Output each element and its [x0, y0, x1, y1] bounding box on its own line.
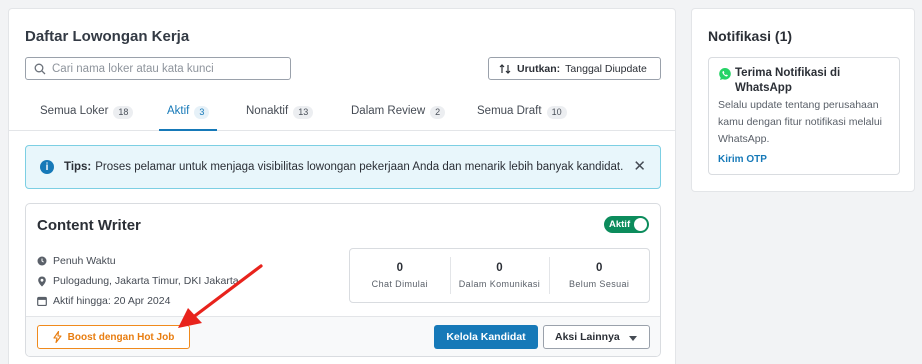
send-otp-link[interactable]: Kirim OTP: [718, 154, 890, 165]
toggle-knob: [634, 218, 647, 231]
status-tabs: Semua Loker 18 Aktif 3 Nonaktif 13 Dalam…: [9, 101, 675, 131]
stat-label: Dalam Komunikasi: [458, 279, 541, 289]
tab-label: Semua Draft: [477, 105, 542, 117]
sort-button[interactable]: Urutkan: Tanggal Diupdate: [488, 57, 661, 80]
tab-label: Nonaktif: [246, 105, 289, 117]
job-title[interactable]: Content Writer: [37, 217, 141, 234]
notification-body: Selalu update tentang perusahaan kamu de…: [718, 99, 883, 145]
tab-aktif[interactable]: Aktif 3: [159, 105, 218, 131]
search-box[interactable]: [25, 57, 291, 80]
stat-dalam-komunikasi[interactable]: 0 Dalam Komunikasi: [449, 249, 550, 302]
whatsapp-icon: [719, 68, 731, 80]
annotation-arrow-icon: [178, 264, 263, 328]
employment-type-text: Penuh Waktu: [53, 255, 116, 267]
search-icon: [34, 63, 46, 74]
sort-icon: [499, 63, 511, 74]
tab-semua-loker[interactable]: Semua Loker 18: [40, 105, 134, 131]
tip-text: Proses pelamar untuk menjaga visibilitas…: [95, 161, 624, 173]
boost-hot-job-button[interactable]: Boost dengan Hot Job: [37, 325, 190, 349]
stat-label: Belum Sesuai: [569, 279, 630, 289]
search-input[interactable]: [52, 62, 272, 75]
candidate-stats: 0 Chat Dimulai 0 Dalam Komunikasi 0 Belu…: [349, 248, 650, 303]
active-until-date: 20 Apr 2024: [113, 295, 171, 307]
whatsapp-notification-card: Terima Notifikasi di WhatsApp Selalu upd…: [708, 57, 900, 175]
info-icon: i: [40, 160, 54, 174]
job-card: Content Writer Aktif Penuh Waktu Pulogad…: [25, 203, 661, 357]
more-actions-dropdown[interactable]: Aksi Lainnya: [543, 325, 650, 349]
notification-panel-title: Notifikasi (1): [708, 28, 793, 44]
more-actions-label: Aksi Lainnya: [555, 331, 620, 343]
tip-label: Tips:: [64, 161, 92, 173]
tab-semua-draft[interactable]: Semua Draft 10: [477, 105, 567, 131]
notification-panel: Notifikasi (1) Terima Notifikasi di What…: [691, 8, 915, 192]
employment-type: Penuh Waktu: [37, 255, 116, 267]
stat-label: Chat Dimulai: [371, 279, 428, 289]
page-title: Daftar Lowongan Kerja: [25, 28, 190, 45]
notification-title: Terima Notifikasi di WhatsApp: [735, 67, 841, 94]
stat-belum-sesuai[interactable]: 0 Belum Sesuai: [549, 249, 649, 302]
clock-icon: [37, 256, 47, 266]
sort-value: Tanggal Diupdate: [565, 62, 647, 75]
lightning-icon: [53, 331, 62, 343]
stat-chat-dimulai[interactable]: 0 Chat Dimulai: [350, 249, 450, 302]
tab-label: Aktif: [167, 105, 190, 117]
calendar-icon: [37, 296, 47, 306]
notification-heading: Terima Notifikasi di WhatsApp: [718, 66, 890, 96]
stat-value: 0: [496, 262, 503, 274]
job-list-card: Daftar Lowongan Kerja Urutkan: Tanggal D…: [8, 8, 676, 364]
manage-candidates-button[interactable]: Kelola Kandidat: [434, 325, 538, 349]
close-icon[interactable]: ✕: [633, 159, 646, 174]
tab-count-badge: 2: [430, 106, 446, 119]
chevron-down-icon: [629, 336, 637, 341]
job-card-footer: Boost dengan Hot Job Kelola Kandidat Aks…: [26, 316, 660, 356]
tab-count-badge: 13: [293, 106, 314, 119]
sort-label: Urutkan:: [517, 62, 561, 75]
tab-label: Semua Loker: [40, 105, 109, 117]
status-toggle-label: Aktif: [609, 219, 631, 230]
tips-banner: i Tips: Proses pelamar untuk menjaga vis…: [25, 145, 661, 189]
tab-dalam-review[interactable]: Dalam Review 2: [351, 105, 446, 131]
tab-nonaktif[interactable]: Nonaktif 13: [246, 105, 314, 131]
tab-count-badge: 10: [546, 106, 567, 119]
stat-value: 0: [396, 262, 404, 274]
boost-label: Boost dengan Hot Job: [67, 331, 175, 343]
location-pin-icon: [38, 276, 46, 286]
stat-value: 0: [595, 262, 603, 274]
tab-count-badge: 18: [113, 106, 134, 119]
tab-count-badge: 3: [194, 106, 210, 119]
active-until: Aktif hingga: 20 Apr 2024: [37, 295, 170, 307]
status-toggle[interactable]: Aktif: [604, 216, 649, 233]
active-until-label: Aktif hingga:: [53, 295, 111, 307]
tab-label: Dalam Review: [351, 105, 426, 117]
